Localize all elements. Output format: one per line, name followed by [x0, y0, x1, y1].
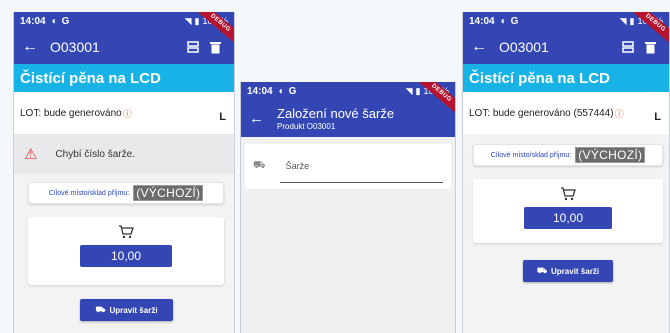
- app-bar: ← O03001: [463, 30, 669, 64]
- target-location[interactable]: Cílové místo/sklad příjmu: (VÝCHOZÍ): [28, 182, 224, 204]
- battery-icon: ▮: [415, 85, 421, 96]
- app-notification-icon: ◐: [500, 15, 507, 27]
- target-value: (VÝCHOZÍ): [575, 147, 646, 163]
- info-icon[interactable]: ⓘ: [123, 107, 132, 120]
- target-value: (VÝCHOZÍ): [133, 185, 204, 201]
- product-name: Čistící pěna na LCD: [463, 64, 669, 92]
- edit-batch-label: Upravit šarži: [109, 305, 158, 315]
- status-bar: 14:04 ◐ G ◥ ▮ 100 % DEBUG: [463, 12, 669, 49]
- google-icon: G: [288, 85, 297, 97]
- batch-input-card: ⛟ Šarže: [245, 144, 451, 189]
- left-screen: 14:04 ◐ G ◥ ▮ 100 % DEBUG ← O03001 Čistí…: [13, 12, 235, 333]
- google-icon: G: [510, 15, 519, 27]
- app-notification-icon: ◐: [278, 85, 285, 97]
- app-bar-title: O03001: [50, 39, 100, 55]
- wifi-icon: ◥: [619, 15, 627, 26]
- status-time: 14:04: [247, 85, 273, 97]
- dialog-app-bar: ← Založení nové šarže Produkt O03001: [241, 100, 455, 137]
- quantity-card: 10,00: [28, 217, 224, 285]
- app-bar-title: O03001: [499, 39, 549, 55]
- status-time: 14:04: [469, 15, 495, 27]
- app-bar: ← O03001: [14, 30, 234, 64]
- lot-unit: L: [654, 111, 661, 123]
- dialog-titles: Založení nové šarže Produkt O03001: [277, 106, 394, 131]
- boxes-icon: ⛟: [95, 305, 106, 314]
- google-icon: G: [61, 15, 70, 27]
- quantity-button[interactable]: 10,00: [524, 207, 612, 229]
- boxes-icon: ⛟: [536, 266, 548, 275]
- warning-icon: ⚠: [24, 146, 38, 163]
- edit-batch-button[interactable]: ⛟ Upravit šarži: [523, 260, 613, 282]
- status-bar: 14:04 ◐ G ◥ ▮ 100 % DEBUG: [241, 82, 455, 119]
- lot-unit: L: [219, 111, 226, 123]
- lot-text: LOT: bude generováno: [20, 107, 122, 119]
- dialog-subtitle: Produkt O03001: [277, 122, 336, 131]
- status-bar: 14:04 ◐ G ◥ ▮ 100 % DEBUG: [14, 12, 234, 49]
- back-arrow-icon[interactable]: ←: [471, 38, 499, 56]
- quantity-button[interactable]: 10,00: [80, 245, 172, 267]
- error-text: Chybí číslo šarže.: [55, 148, 135, 160]
- info-icon[interactable]: ⓘ: [615, 107, 624, 120]
- status-time: 14:04: [20, 15, 46, 27]
- lot-row: LOT: bude generováno (557444) ⓘ L: [463, 92, 669, 134]
- target-label: Cílové místo/sklad příjmu:: [48, 189, 130, 197]
- quantity-card: 10,00: [473, 179, 663, 243]
- target-label: Cílové místo/sklad příjmu:: [490, 151, 572, 159]
- battery-icon: ▮: [629, 15, 635, 26]
- edit-batch-label: Upravit šarži: [551, 266, 600, 276]
- back-arrow-icon[interactable]: ←: [22, 38, 50, 56]
- middle-screen: 14:04 ◐ G ◥ ▮ 100 % DEBUG ← Založení nov…: [240, 82, 456, 333]
- boxes-icon: ⛟: [253, 160, 266, 171]
- right-screen: 14:04 ◐ G ◥ ▮ 100 % DEBUG ← O03001 Čistí…: [462, 12, 670, 333]
- app-notification-icon: ◐: [51, 15, 58, 27]
- lot-text: LOT: bude generováno (557444): [469, 107, 614, 119]
- target-location[interactable]: Cílové místo/sklad příjmu: (VÝCHOZÍ): [473, 144, 663, 166]
- dialog-title: Založení nové šarže: [277, 106, 395, 121]
- error-row: ⚠ Chybí číslo šarže.: [14, 134, 234, 174]
- edit-batch-button[interactable]: ⛟ Upravit šarži: [80, 299, 173, 321]
- battery-icon: ▮: [194, 15, 200, 26]
- cart-icon: [119, 225, 134, 239]
- wifi-icon: ◥: [184, 15, 192, 26]
- list-icon[interactable]: [617, 41, 639, 53]
- trash-icon[interactable]: [204, 41, 226, 54]
- batch-input[interactable]: Šarže: [279, 151, 443, 183]
- product-name: Čistící pěna na LCD: [14, 64, 234, 92]
- list-icon[interactable]: [182, 41, 204, 53]
- lot-row: LOT: bude generováno ⓘ L: [14, 92, 234, 134]
- back-arrow-icon[interactable]: ←: [249, 110, 277, 127]
- cart-icon: [561, 187, 576, 201]
- trash-icon[interactable]: [639, 41, 661, 54]
- wifi-icon: ◥: [405, 85, 413, 96]
